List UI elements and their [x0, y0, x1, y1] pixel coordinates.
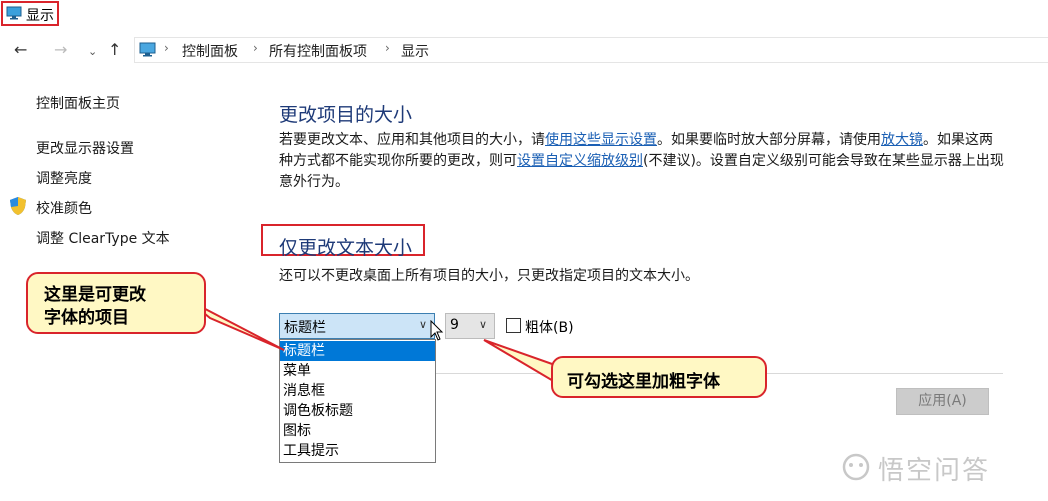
dropdown-option-palette-title[interactable]: 调色板标题: [280, 401, 435, 421]
forward-arrow-icon[interactable]: →: [54, 40, 67, 59]
control-panel-icon: [139, 42, 156, 57]
bold-label[interactable]: 粗体(B): [525, 317, 574, 337]
watermark-text: 悟空问答: [878, 456, 991, 486]
apply-button[interactable]: 应用(A): [896, 388, 989, 415]
section-title-text-size: 仅更改文本大小: [279, 237, 413, 259]
link-magnifier[interactable]: 放大镜: [881, 132, 923, 148]
callout-right-pointer: [483, 339, 556, 384]
item-select-value: 标题栏: [284, 320, 326, 336]
dropdown-option-tooltip[interactable]: 工具提示: [280, 441, 435, 461]
link-custom-scaling[interactable]: 设置自定义缩放级别: [517, 153, 643, 169]
breadcrumb-display[interactable]: 显示: [401, 41, 429, 61]
dropdown-option-menu[interactable]: 菜单: [280, 361, 435, 381]
dropdown-option-icon[interactable]: 图标: [280, 421, 435, 441]
dropdown-option-title-bar[interactable]: 标题栏: [280, 341, 435, 361]
breadcrumb-separator: ›: [164, 41, 169, 55]
shield-icon: [10, 197, 26, 215]
callout-line: 这里是可更改: [44, 285, 146, 305]
breadcrumb-control-panel[interactable]: 控制面板: [182, 41, 238, 61]
chevron-down-icon[interactable]: ∨: [479, 318, 487, 331]
display-icon: [6, 6, 22, 20]
bold-checkbox[interactable]: [506, 318, 521, 333]
text-size-description: 还可以不更改桌面上所有项目的大小，只更改指定项目的文本大小。: [279, 268, 699, 284]
dropdown-option-message-box[interactable]: 消息框: [280, 381, 435, 401]
recent-locations-chevron-icon[interactable]: ⌄: [88, 45, 97, 58]
sidebar-item-display-settings[interactable]: 更改显示器设置: [36, 138, 134, 158]
section-title-change-size: 更改项目的大小: [279, 104, 413, 126]
item-dropdown-list: 标题栏 菜单 消息框 调色板标题 图标 工具提示: [279, 339, 436, 463]
font-size-value: 9: [450, 317, 459, 333]
callout-line: 字体的项目: [44, 308, 129, 328]
title-bar: [0, 0, 1048, 30]
breadcrumb-separator: ›: [253, 41, 258, 55]
section-description: 若要更改文本、应用和其他项目的大小，请使用这些显示设置。如果要临时放大部分屏幕，…: [279, 130, 1004, 193]
watermark-logo-icon: [842, 453, 870, 481]
sidebar-item-calibrate-color[interactable]: 校准颜色: [36, 198, 92, 218]
callout-editable-fonts: 这里是可更改 字体的项目: [26, 272, 206, 334]
callout-bold-option: 可勾选这里加粗字体: [551, 356, 767, 398]
link-display-settings[interactable]: 使用这些显示设置: [545, 132, 657, 148]
sidebar-item-brightness[interactable]: 调整亮度: [36, 168, 92, 188]
sidebar-home-link[interactable]: 控制面板主页: [36, 93, 120, 113]
window-title: 显示: [26, 8, 54, 24]
callout-pointers: [187, 299, 556, 384]
back-arrow-icon[interactable]: ←: [14, 40, 27, 59]
breadcrumb-separator: ›: [385, 41, 390, 55]
chevron-down-icon[interactable]: ∨: [419, 318, 427, 331]
desc-text: 若要更改文本、应用和其他项目的大小，请: [279, 132, 545, 148]
desc-text: 。如果要临时放大部分屏幕，请使用: [657, 132, 881, 148]
up-arrow-icon[interactable]: ↑: [108, 40, 121, 59]
mouse-cursor-icon: [430, 320, 444, 341]
sidebar-item-cleartype[interactable]: 调整 ClearType 文本: [36, 228, 170, 248]
breadcrumb-all-items[interactable]: 所有控制面板项: [269, 41, 367, 61]
